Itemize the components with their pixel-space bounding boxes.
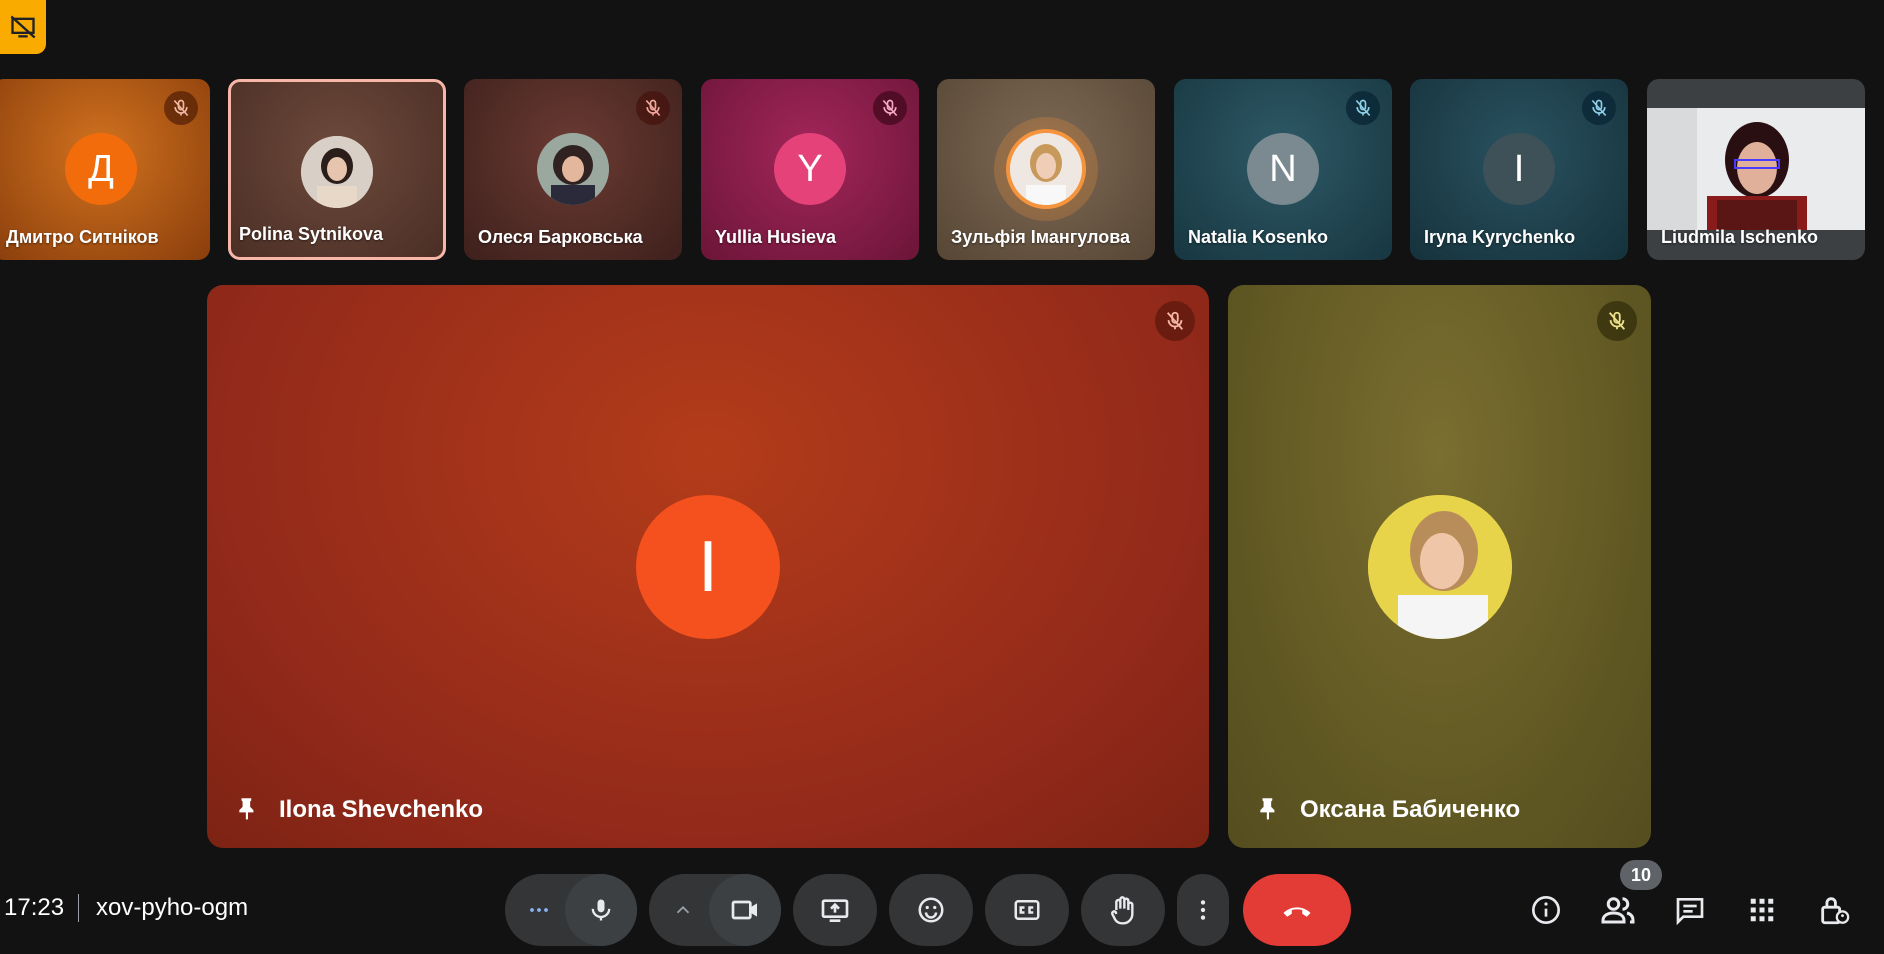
participant-name: Yullia Husieva (715, 227, 837, 247)
captions-button[interactable] (985, 874, 1069, 946)
hand-icon (1111, 896, 1134, 925)
mic-off-icon (1346, 91, 1380, 125)
profile-photo (537, 133, 609, 205)
present-off-icon (10, 15, 36, 39)
pin-icon[interactable] (1256, 795, 1282, 826)
avatar: Д (65, 133, 137, 205)
mic-off-icon (873, 91, 907, 125)
avatar: I (636, 495, 780, 639)
mic-off-icon (1597, 301, 1637, 341)
participant-name: Зульфія Імангулова (951, 227, 1131, 247)
participant-name: Дмитро Ситніков (6, 227, 159, 247)
leave-call-button[interactable] (1243, 874, 1351, 946)
avatar-initial: I (1513, 147, 1525, 190)
video-feed (1647, 108, 1865, 230)
avatar: I (1483, 133, 1555, 205)
avatar: N (1247, 133, 1319, 205)
main-tile-ilona[interactable]: I Ilona Shevchenko (207, 285, 1209, 848)
info-icon (1532, 896, 1560, 924)
mic-off-icon (164, 91, 198, 125)
meeting-details-button[interactable] (1522, 886, 1570, 934)
mic-icon (591, 899, 611, 921)
videocam-icon (731, 900, 757, 920)
present-icon (821, 899, 849, 922)
activities-button[interactable] (1738, 886, 1786, 934)
participant-name: Олеся Барковська (478, 227, 643, 247)
call-end-icon (1283, 907, 1311, 917)
video-settings-button[interactable] (659, 886, 707, 934)
divider (78, 894, 79, 922)
participant-name: Polina Sytnikova (239, 224, 384, 244)
participant-tile[interactable]: N Natalia Kosenko (1174, 79, 1392, 260)
participant-tile[interactable]: Y Yullia Husieva (701, 79, 919, 260)
people-button[interactable] (1594, 886, 1642, 934)
participant-name: Natalia Kosenko (1188, 227, 1329, 247)
present-button[interactable] (793, 874, 877, 946)
avatar-speaking (1010, 133, 1082, 205)
raise-hand-button[interactable] (1081, 874, 1165, 946)
camera-button[interactable] (709, 874, 781, 946)
mic-off-icon (1155, 301, 1195, 341)
pin-icon[interactable] (235, 795, 261, 826)
mic-off-icon (1582, 91, 1616, 125)
avatar (1368, 495, 1512, 639)
avatar-initial: Д (88, 147, 114, 190)
chat-icon (1676, 898, 1704, 926)
main-tile-oksana[interactable]: Оксана Бабиченко (1228, 285, 1651, 848)
mic-off-icon (636, 91, 670, 125)
control-bar: 17:23 xov-pyho-ogm (0, 870, 1884, 954)
meeting-code: xov-pyho-ogm (96, 894, 249, 921)
apps-icon (1750, 898, 1774, 922)
screen-share-off-badge[interactable] (0, 0, 46, 54)
reactions-button[interactable] (889, 874, 973, 946)
emoji-icon (918, 897, 944, 923)
participant-tile-active[interactable]: Polina Sytnikova (228, 79, 446, 260)
profile-photo (1368, 495, 1512, 639)
lock-person-icon (1821, 897, 1850, 925)
avatar: Y (774, 133, 846, 205)
more-options-button[interactable] (1177, 874, 1229, 946)
participant-tile[interactable]: Д Дмитро Ситніков (0, 79, 210, 260)
participant-name: Оксана Бабиченко (1300, 796, 1521, 823)
chevron-up-icon (676, 905, 690, 914)
participant-tile-video[interactable]: Liudmila Ischenko (1647, 79, 1865, 260)
chat-button[interactable] (1666, 886, 1714, 934)
more-horiz-icon (530, 908, 548, 912)
avatar-initial: Y (797, 147, 823, 190)
host-controls-button[interactable] (1810, 886, 1858, 934)
profile-photo (1010, 133, 1082, 205)
avatar-initial: N (1269, 147, 1297, 190)
participant-tile[interactable]: Олеся Барковська (464, 79, 682, 260)
meeting-clock: 17:23 (4, 894, 65, 921)
participant-strip: Д Дмитро Ситніков Polina Sytnikova Олеся… (0, 79, 1884, 260)
participant-tile[interactable]: I Iryna Kyrychenko (1410, 79, 1628, 260)
participant-tile[interactable]: Зульфія Імангулова (937, 79, 1155, 260)
participant-name: Ilona Shevchenko (279, 796, 484, 823)
more-vert-icon (1200, 900, 1206, 920)
participant-name: Liudmila Ischenko (1661, 227, 1819, 247)
avatar-initial: I (697, 527, 718, 607)
cc-icon (1014, 900, 1040, 920)
profile-photo (301, 136, 373, 208)
avatar (537, 133, 609, 205)
people-icon (1601, 897, 1635, 924)
audio-settings-button[interactable] (515, 886, 563, 934)
participant-name: Iryna Kyrychenko (1424, 227, 1576, 247)
avatar (301, 136, 373, 208)
microphone-button[interactable] (565, 874, 637, 946)
